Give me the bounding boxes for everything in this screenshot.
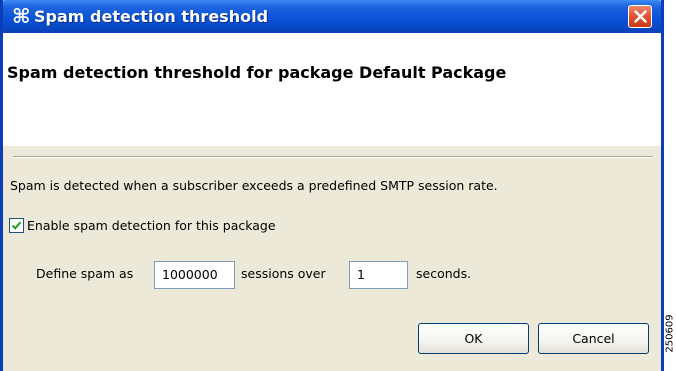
figure-id-tag: 250609 <box>664 298 676 371</box>
enable-spam-detection-checkbox[interactable] <box>9 218 24 233</box>
window-title: Spam detection threshold <box>34 7 269 26</box>
dialog-header: Spam detection threshold for package Def… <box>3 33 661 146</box>
close-button[interactable] <box>628 5 652 28</box>
define-suffix-label: seconds. <box>416 266 472 281</box>
close-icon <box>634 10 647 23</box>
description-text: Spam is detected when a subscriber excee… <box>10 178 498 193</box>
define-prefix-label: Define spam as <box>36 266 134 281</box>
sessions-input[interactable]: 1000000 <box>154 261 235 289</box>
dialog-window: ⌘ Spam detection threshold Spam detectio… <box>0 0 664 371</box>
ok-button[interactable]: OK <box>418 323 529 354</box>
title-bar[interactable]: ⌘ Spam detection threshold <box>3 0 661 33</box>
cisco-app-icon: ⌘ <box>12 4 31 28</box>
page-title: Spam detection threshold for package Def… <box>7 63 507 82</box>
cancel-button[interactable]: Cancel <box>538 323 649 354</box>
separator <box>13 156 653 158</box>
figure-id-label: 250609 <box>664 314 676 353</box>
checkmark-icon <box>11 221 22 230</box>
define-middle-label: sessions over <box>241 266 326 281</box>
seconds-input[interactable]: 1 <box>349 261 408 289</box>
define-spam-row: Define spam as 1000000 sessions over 1 s… <box>3 261 603 289</box>
enable-spam-detection-label[interactable]: Enable spam detection for this package <box>27 217 276 235</box>
